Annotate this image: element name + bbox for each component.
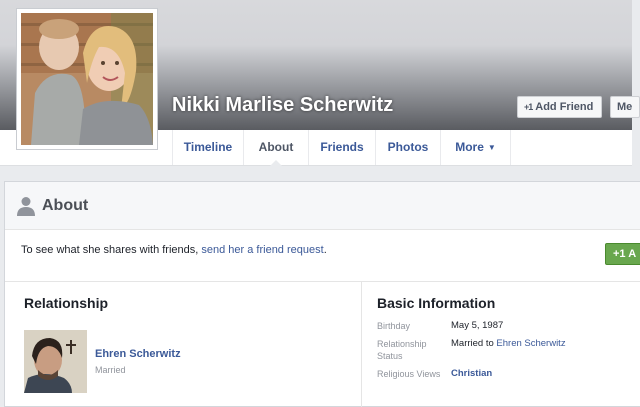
partner-photo[interactable]	[24, 330, 87, 393]
add-friend-label: Add Friend	[535, 101, 594, 113]
tab-photos-label: Photos	[387, 140, 429, 154]
tab-timeline[interactable]: Timeline	[172, 130, 244, 165]
religious-views-label: Religious Views	[377, 369, 441, 379]
tab-more[interactable]: More ▼	[441, 130, 511, 165]
add-friend-icon: +1	[524, 102, 533, 112]
birthday-value: May 5, 1987	[451, 320, 504, 331]
send-friend-request-link[interactable]: send her a friend request	[201, 244, 323, 256]
notice-text: To see what she shares with friends,	[21, 244, 202, 256]
tab-photos[interactable]: Photos	[376, 130, 441, 165]
religious-views-value: Christian	[451, 368, 492, 379]
about-title: About	[42, 197, 89, 214]
relationship-title: Relationship	[24, 295, 109, 311]
person-icon	[17, 197, 35, 216]
friend-request-notice: To see what she shares with friends, sen…	[21, 244, 327, 256]
notice-period: .	[323, 244, 327, 256]
relationship-status-value: Married to Ehren Scherwitz	[451, 338, 566, 349]
tab-more-label: More	[455, 140, 484, 154]
page-edge	[632, 0, 640, 181]
partner-name-link[interactable]: Ehren Scherwitz	[95, 348, 181, 360]
relationship-label-line2: Status	[377, 351, 403, 361]
relationship-label-line1: Relationship	[377, 339, 427, 349]
birthday-label: Birthday	[377, 321, 411, 331]
tab-friends[interactable]: Friends	[309, 130, 376, 165]
about-card: About To see what she shares with friend…	[4, 181, 640, 407]
message-label: Me	[617, 101, 633, 113]
add-friend-button[interactable]: +1 Add Friend	[517, 96, 602, 118]
relationship-status-label: Relationship Status	[377, 338, 427, 362]
tab-timeline-label: Timeline	[183, 140, 233, 154]
divider	[5, 281, 640, 282]
tab-friends-label: Friends	[320, 140, 364, 154]
basic-info-title: Basic Information	[377, 295, 496, 311]
chevron-down-icon: ▼	[487, 143, 496, 152]
profile-name[interactable]: Nikki Marlise Scherwitz	[172, 94, 393, 117]
message-button[interactable]: Me	[610, 96, 640, 118]
profile-photo-image	[21, 13, 153, 145]
column-divider	[361, 282, 362, 407]
partner-relationship-status: Married	[95, 365, 126, 375]
tab-about-label: About	[258, 140, 294, 154]
religion-link[interactable]: Christian	[451, 368, 492, 379]
profile-picture[interactable]	[16, 8, 158, 150]
add-friend-green-button[interactable]: +1 A	[605, 243, 640, 265]
tab-about[interactable]: About	[244, 130, 309, 166]
about-header: About	[5, 182, 640, 230]
married-to-text: Married to	[451, 338, 497, 349]
spouse-link[interactable]: Ehren Scherwitz	[496, 338, 565, 349]
